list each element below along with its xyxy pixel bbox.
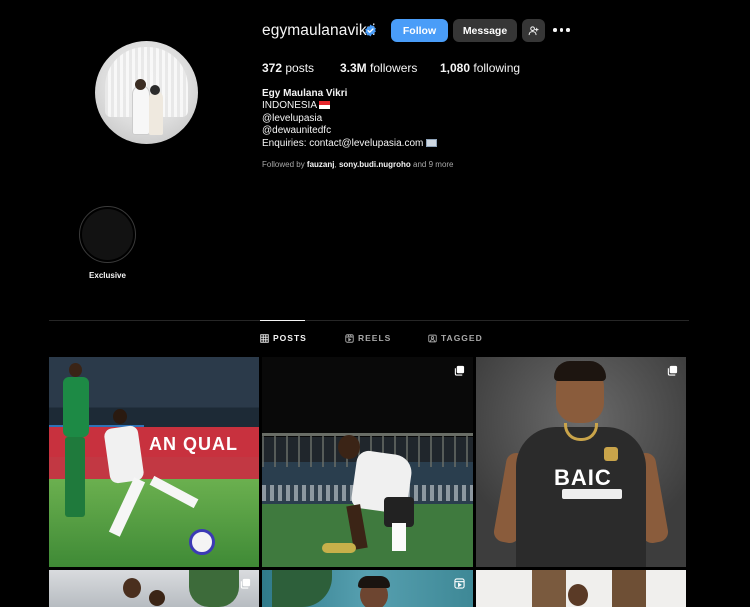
profile-avatar[interactable] bbox=[95, 41, 198, 144]
post-thumbnail[interactable]: AN QUAL bbox=[49, 357, 259, 567]
bio-link-dewaunitedfc[interactable]: @dewaunitedfc bbox=[262, 125, 437, 137]
posts-label: posts bbox=[285, 61, 315, 75]
active-tab-indicator bbox=[260, 320, 305, 321]
followed-by-user[interactable]: sony.budi.nugroho bbox=[339, 160, 411, 169]
carousel-icon bbox=[667, 365, 678, 376]
tab-reels[interactable]: REELS bbox=[345, 333, 391, 343]
following-count: 1,080 bbox=[440, 61, 471, 75]
post-thumbnail[interactable] bbox=[262, 570, 473, 607]
story-highlight-cover[interactable] bbox=[82, 209, 133, 260]
followers-label: followers bbox=[370, 61, 418, 75]
profile-full-name: Egy Maulana Vikri bbox=[262, 88, 348, 99]
tabs-divider bbox=[49, 320, 689, 321]
tagged-icon bbox=[428, 334, 437, 342]
followers-stat[interactable]: 3.3M followers bbox=[340, 61, 417, 75]
reels-icon bbox=[345, 333, 354, 343]
profile-bio: Egy Maulana Vikri INDONESIA @levelupasia… bbox=[262, 88, 438, 150]
avatar-person bbox=[149, 91, 163, 135]
followed-by-text[interactable]: Followed by fauzanj, sony.budi.nugroho a… bbox=[262, 160, 454, 169]
post-thumbnail[interactable] bbox=[476, 570, 686, 607]
story-highlight-label: Exclusive bbox=[89, 271, 126, 280]
tab-tagged[interactable]: TAGGED bbox=[428, 333, 483, 343]
verified-badge-icon bbox=[365, 24, 376, 37]
grid-icon bbox=[260, 333, 269, 343]
carousel-icon bbox=[454, 365, 465, 376]
football bbox=[189, 529, 215, 555]
carousel-icon bbox=[240, 578, 251, 589]
reel-icon bbox=[454, 578, 465, 589]
following-stat[interactable]: 1,080 following bbox=[440, 61, 520, 75]
post-thumbnail[interactable] bbox=[262, 357, 473, 567]
profile-username: egymaulanavikri bbox=[262, 22, 376, 39]
posts-count-stat: 372 posts bbox=[262, 61, 314, 75]
envelope-icon bbox=[426, 138, 438, 147]
post-thumbnail[interactable]: BAIC bbox=[476, 357, 686, 567]
jersey-sponsor-text: BAIC bbox=[554, 465, 612, 490]
follow-button[interactable]: Follow bbox=[391, 19, 448, 42]
add-user-icon bbox=[528, 26, 539, 36]
suggested-accounts-button[interactable] bbox=[522, 19, 545, 42]
advertising-board-text: AN QUAL bbox=[149, 434, 238, 454]
bio-line-enquiries: Enquiries: contact@levelupasia.com bbox=[262, 138, 438, 150]
bio-line-country: INDONESIA bbox=[262, 100, 437, 112]
options-more-icon[interactable] bbox=[553, 26, 570, 34]
followed-by-user[interactable]: fauzanj bbox=[307, 160, 335, 169]
tab-posts[interactable]: POSTS bbox=[260, 333, 307, 343]
followers-count: 3.3M bbox=[340, 61, 367, 75]
indonesia-flag-icon bbox=[319, 101, 331, 110]
posts-count: 372 bbox=[262, 61, 283, 75]
following-label: following bbox=[473, 61, 521, 75]
bio-link-levelupasia[interactable]: @levelupasia bbox=[262, 113, 437, 125]
avatar-person bbox=[133, 86, 149, 134]
post-thumbnail[interactable] bbox=[49, 570, 259, 607]
club-crest bbox=[604, 447, 618, 461]
message-button[interactable]: Message bbox=[453, 19, 517, 42]
